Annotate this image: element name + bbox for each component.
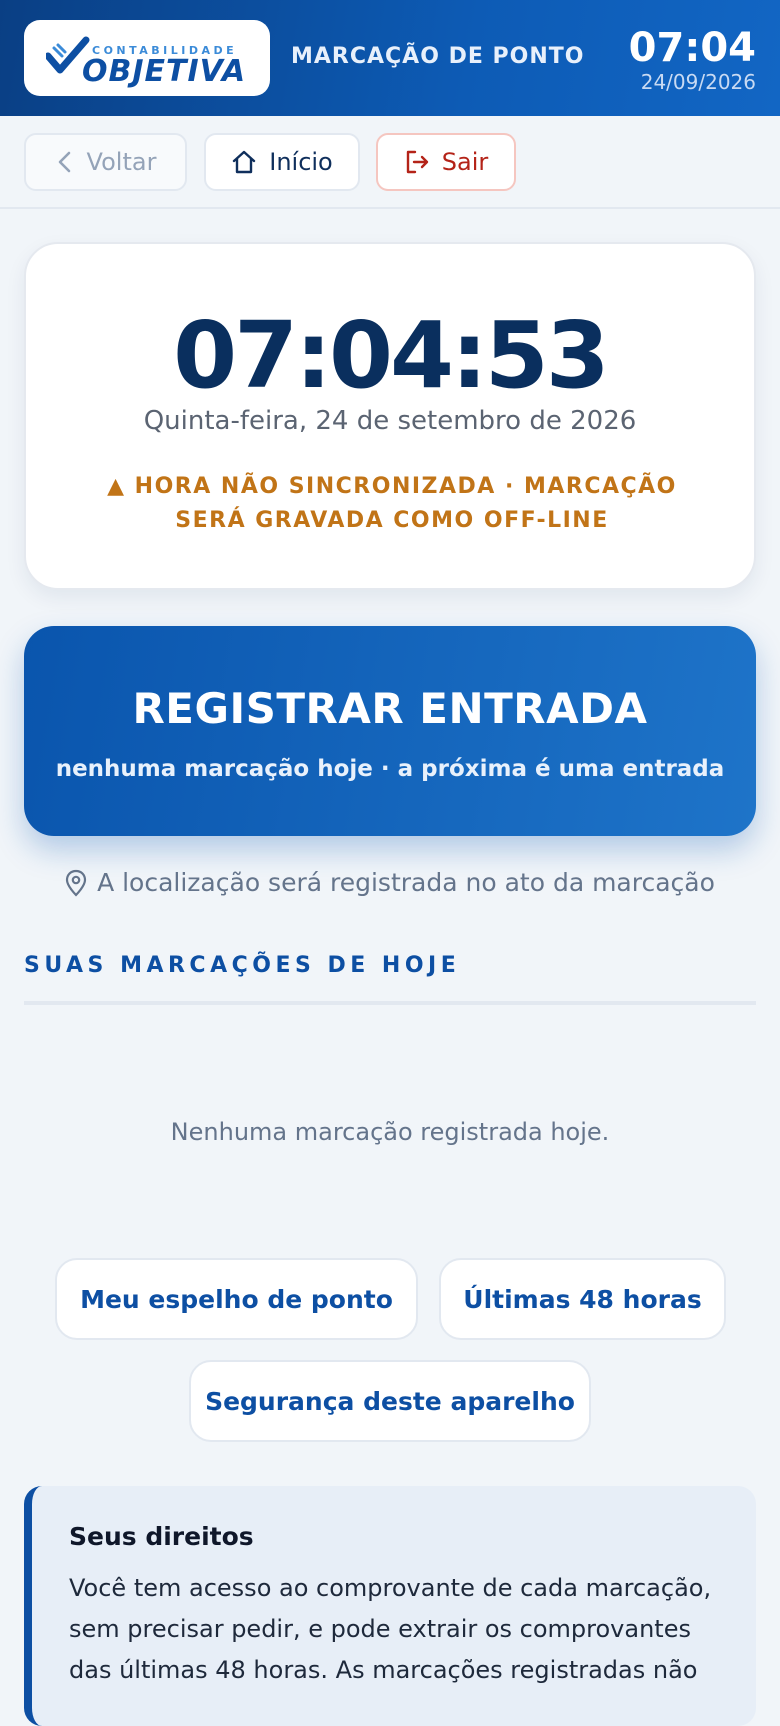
empty-state-message: Nenhuma marcação registrada hoje.	[170, 1118, 610, 1146]
current-time: 07:04:53	[173, 302, 610, 409]
timesheet-mirror-button[interactable]: Meu espelho de ponto	[55, 1258, 418, 1340]
back-label: Voltar	[86, 148, 157, 176]
last-48-hours-button[interactable]: Últimas 48 horas	[439, 1258, 726, 1340]
current-date: Quinta-feira, 24 de setembro de 2026	[143, 406, 637, 436]
rights-text: Você tem acesso ao comprovante de cada m…	[69, 1574, 712, 1684]
nav-bar: Voltar Início Sair	[0, 116, 780, 209]
company-logo: CONTABILIDADE OBJETIVA	[24, 20, 270, 96]
page-title: MARCAÇÃO DE PONTO	[291, 44, 585, 69]
app-header: CONTABILIDADE OBJETIVA MARCAÇÃO DE PONTO…	[0, 0, 780, 116]
today-section-title: SUAS MARCAÇÕES DE HOJE	[24, 953, 461, 978]
home-button[interactable]: Início	[204, 133, 360, 191]
header-date: 24/09/2026	[640, 70, 756, 94]
exit-button[interactable]: Sair	[376, 133, 516, 191]
location-text: A localização será registrada no ato da …	[97, 868, 715, 897]
map-pin-icon	[65, 869, 87, 897]
device-security-button[interactable]: Segurança deste aparelho	[189, 1360, 591, 1442]
section-divider	[24, 1001, 756, 1005]
sync-warning: ▲ HORA NÃO SINCRONIZADA · MARCAÇÃO SERÁ …	[107, 474, 677, 533]
header-clock: 07:04	[628, 25, 756, 71]
register-subtitle: nenhuma marcação hoje · a próxima é uma …	[55, 756, 725, 782]
chevron-left-icon	[58, 151, 70, 173]
register-title: REGISTRAR ENTRADA	[132, 684, 648, 733]
clock-card: 07:04:53 Quinta-feira, 24 de setembro de…	[24, 242, 756, 590]
location-note: A localização será registrada no ato da …	[0, 868, 780, 897]
logout-icon	[406, 150, 428, 174]
back-button[interactable]: Voltar	[24, 133, 187, 191]
register-entry-button[interactable]: REGISTRAR ENTRADA nenhuma marcação hoje …	[24, 626, 756, 836]
home-label: Início	[269, 148, 333, 176]
home-icon	[233, 150, 256, 174]
exit-label: Sair	[441, 148, 489, 176]
rights-notice: Seus direitos Você tem acesso ao comprov…	[24, 1486, 756, 1726]
logo-title: OBJETIVA	[82, 54, 247, 89]
rights-title: Seus direitos	[69, 1522, 254, 1551]
